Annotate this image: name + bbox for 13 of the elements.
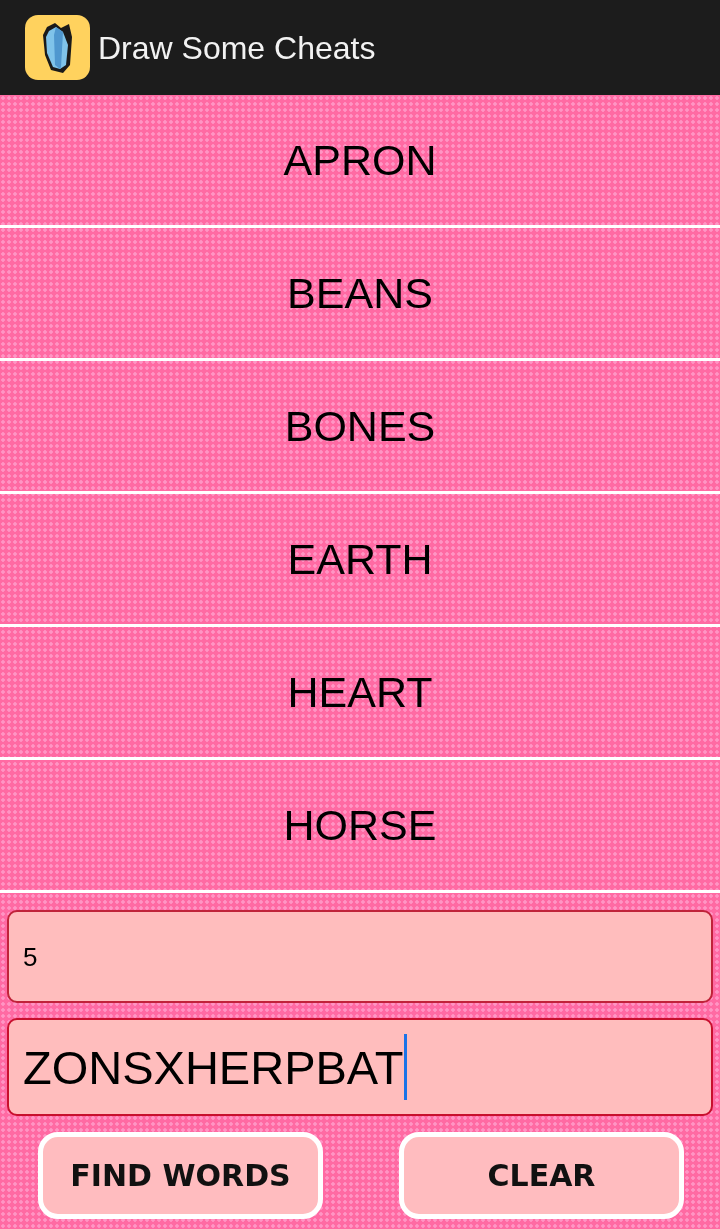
app-title: Draw Some Cheats — [98, 31, 376, 64]
word-text: EARTH — [287, 537, 433, 581]
text-cursor-icon — [404, 1034, 408, 1100]
action-button[interactable]: CLEAR — [399, 1132, 684, 1219]
word-text: HORSE — [283, 803, 437, 847]
word-text: BONES — [284, 404, 436, 448]
crystal-app-icon — [25, 15, 90, 80]
word-text: BEANS — [287, 271, 433, 315]
action-button[interactable]: FIND WORDS — [38, 1132, 323, 1219]
input-field[interactable]: ZONSXHERPBAT — [7, 1018, 713, 1116]
word-text: APRON — [283, 138, 437, 182]
word-text: HEART — [287, 670, 433, 714]
input-field[interactable]: 5 — [7, 910, 713, 1003]
